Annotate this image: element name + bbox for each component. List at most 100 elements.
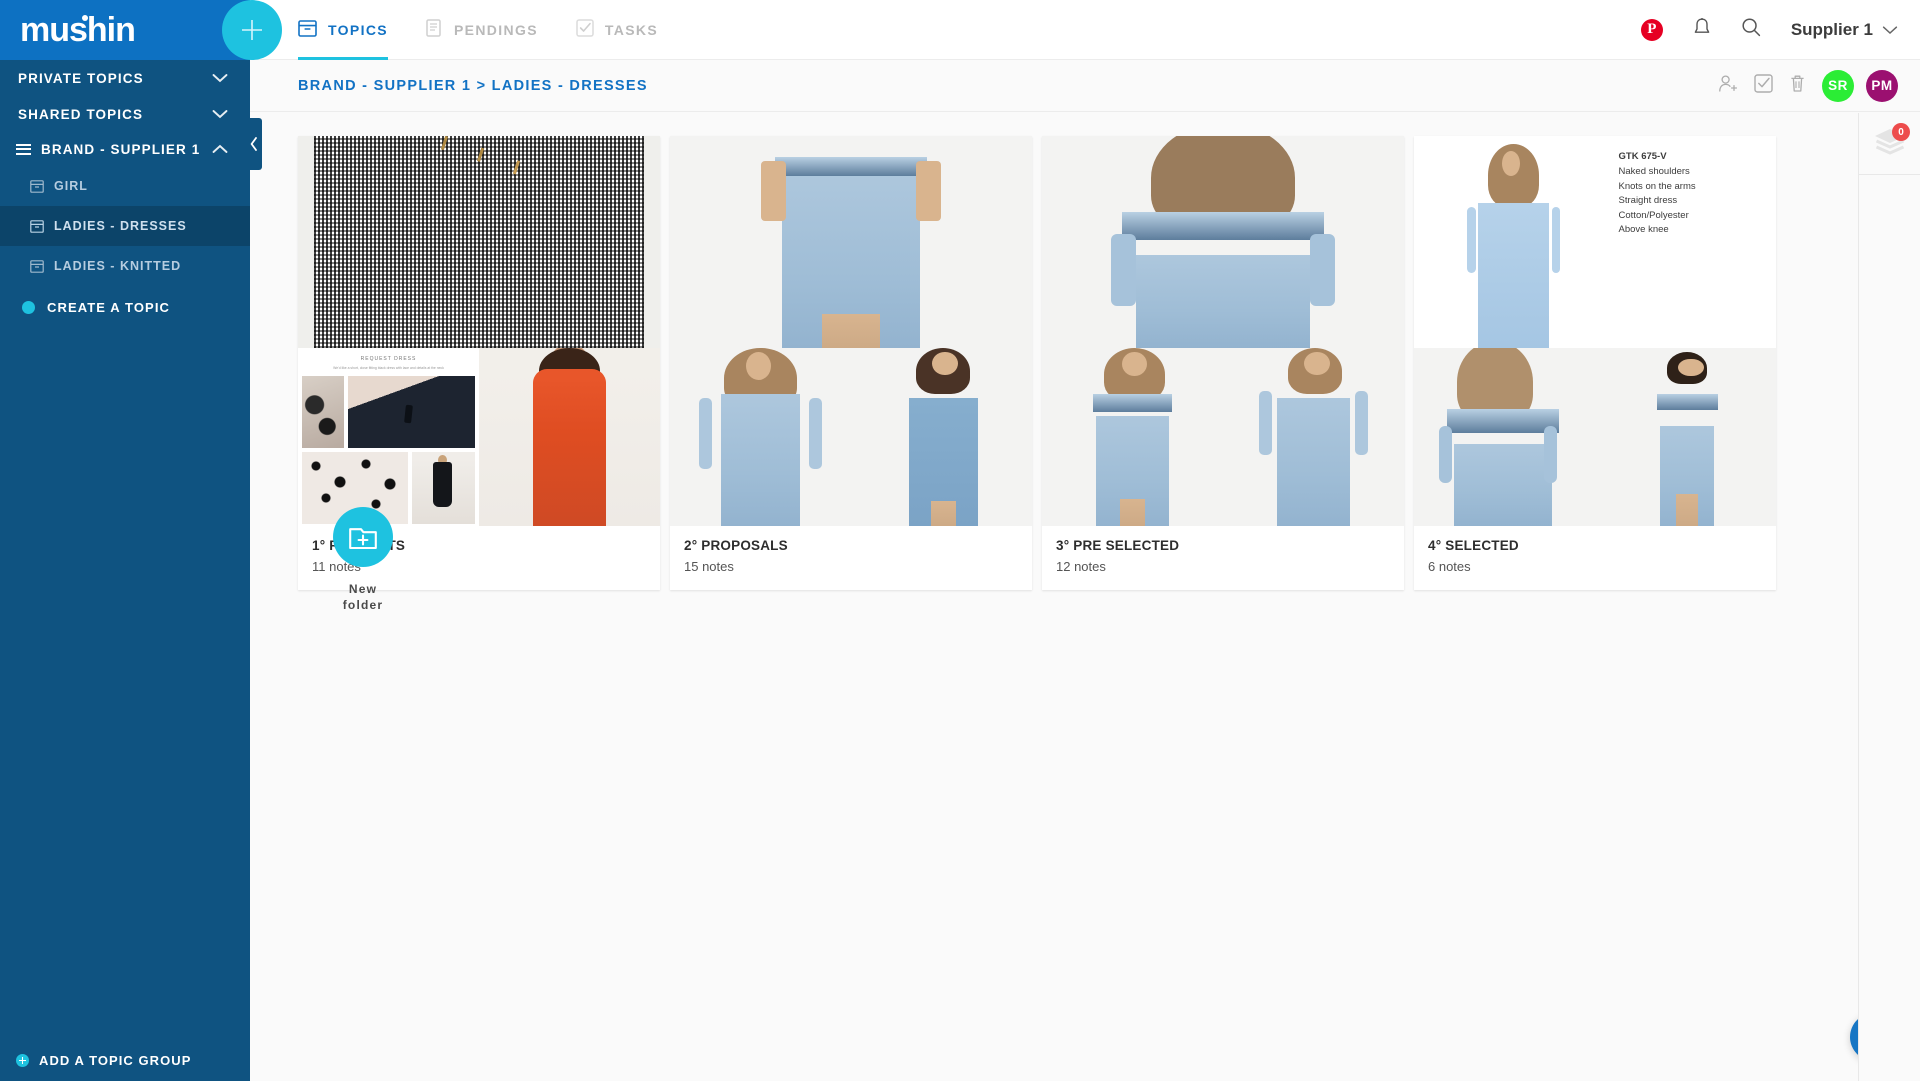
sidebar-section-shared-topics[interactable]: SHARED TOPICS <box>0 96 250 132</box>
folder-card[interactable]: 2° PROPOSALS 15 notes <box>670 136 1032 590</box>
avatar[interactable]: PM <box>1866 69 1898 102</box>
folder-note-count: 6 notes <box>1428 559 1471 574</box>
nav-right-actions: P Supplier 1 <box>1640 17 1898 43</box>
breadcrumb[interactable]: BRAND - SUPPLIER 1 > LADIES - DRESSES <box>298 78 648 94</box>
sidebar-item-ladies-knitted[interactable]: LADIES - KNITTED <box>0 246 250 286</box>
checkbox-icon <box>576 19 594 40</box>
add-member-icon[interactable] <box>1718 74 1738 98</box>
archive-box-icon <box>30 219 44 233</box>
thumbnail-image <box>1595 348 1776 526</box>
chevron-up-icon <box>212 144 228 154</box>
main-area: TOPICS PENDINGS TASKS P Supplier 1 BRAND… <box>250 0 1920 1081</box>
user-menu[interactable]: Supplier 1 <box>1791 20 1898 40</box>
layers-badge: 0 <box>1892 123 1910 141</box>
folder-thumbnails: REQUEST DRESS We'd like a short, close f… <box>298 136 660 526</box>
sidebar-section-label: PRIVATE TOPICS <box>18 70 144 86</box>
sidebar-item-label: GIRL <box>54 179 88 193</box>
avatar-initials: SR <box>1828 78 1848 93</box>
folder-title: 4° SELECTED <box>1428 538 1519 553</box>
thumbnail-image <box>670 136 1032 348</box>
folder-grid: REQUEST DRESS We'd like a short, close f… <box>298 136 1920 590</box>
pinterest-icon[interactable]: P <box>1640 18 1663 41</box>
archive-box-icon <box>30 179 44 193</box>
folder-plus-icon <box>333 507 393 567</box>
create-button[interactable] <box>222 0 282 60</box>
folder-thumbnails: GTK 675-V Naked shoulders Knots on the a… <box>1414 136 1776 526</box>
layers-panel-button[interactable]: 0 <box>1859 113 1920 175</box>
spec-line: Knots on the arms <box>1618 180 1696 192</box>
sidebar-item-label: LADIES - DRESSES <box>54 219 187 233</box>
folder-title: 2° PROPOSALS <box>684 538 788 553</box>
sidebar-group-brand-supplier-1: BRAND - SUPPLIER 1 GIRL LADIES - DRESSES <box>0 132 250 332</box>
sidebar-group-header[interactable]: BRAND - SUPPLIER 1 <box>0 132 250 166</box>
breadcrumb-actions: SR PM <box>1718 69 1898 102</box>
thumbnail-image <box>1042 348 1223 526</box>
chevron-down-icon <box>212 109 228 119</box>
logo-dot <box>82 15 88 21</box>
folder-card[interactable]: 3° PRE SELECTED 12 notes <box>1042 136 1404 590</box>
sidebar-section-label: SHARED TOPICS <box>18 106 144 122</box>
folder-note-count: 15 notes <box>684 559 734 574</box>
folder-thumbnails <box>1042 136 1404 526</box>
chevron-down-icon <box>1882 20 1898 40</box>
teal-dot-icon <box>22 300 35 314</box>
plus-icon <box>242 20 262 40</box>
new-folder-line1: New <box>348 582 378 596</box>
tab-tasks[interactable]: TASKS <box>576 0 658 60</box>
nav-tabs: TOPICS PENDINGS TASKS <box>298 0 658 60</box>
thumbnail-image: REQUEST DRESS We'd like a short, close f… <box>298 348 479 526</box>
folder-meta: 2° PROPOSALS 15 notes <box>670 526 1032 590</box>
chevron-left-icon <box>250 137 257 151</box>
archive-box-icon <box>298 19 317 40</box>
avatar[interactable]: SR <box>1822 69 1854 102</box>
add-topic-group-button[interactable]: ADD A TOPIC GROUP <box>0 1039 250 1081</box>
spec-line: Above knee <box>1618 224 1669 236</box>
sidebar-item-label: LADIES - KNITTED <box>54 259 182 273</box>
trash-icon[interactable] <box>1789 74 1806 98</box>
sidebar-section-private-topics[interactable]: PRIVATE TOPICS <box>0 60 250 96</box>
sidebar-item-ladies-dresses[interactable]: LADIES - DRESSES <box>0 206 250 246</box>
breadcrumb-bar: BRAND - SUPPLIER 1 > LADIES - DRESSES SR… <box>250 60 1920 112</box>
tab-label: PENDINGS <box>453 21 538 38</box>
new-folder-button[interactable]: New folder <box>298 507 428 613</box>
right-rail: 0 <box>1858 113 1920 1081</box>
top-navigation: TOPICS PENDINGS TASKS P Supplier 1 <box>250 0 1920 60</box>
create-topic-button[interactable]: CREATE A TOPIC <box>0 286 250 328</box>
select-all-icon[interactable] <box>1754 73 1773 98</box>
folder-meta: 3° PRE SELECTED 12 notes <box>1042 526 1404 590</box>
new-folder-line2: folder <box>342 598 384 613</box>
spec-code: GTK 675-V <box>1618 151 1667 162</box>
thumbnail-image <box>670 348 851 526</box>
add-topic-group-label: ADD A TOPIC GROUP <box>39 1052 192 1068</box>
spec-line: Straight dress <box>1618 195 1678 207</box>
list-icon <box>426 19 443 40</box>
spec-line: Naked shoulders <box>1618 166 1690 178</box>
bell-icon[interactable] <box>1693 17 1711 43</box>
app-logo-text: mushin <box>20 11 136 49</box>
thumbnail-image <box>851 348 1032 526</box>
brand-bar: mushin <box>0 0 250 60</box>
create-topic-label: CREATE A TOPIC <box>47 299 171 315</box>
sidebar-collapse-button[interactable] <box>246 118 262 170</box>
folder-note-count: 12 notes <box>1056 559 1106 574</box>
tab-pendings[interactable]: PENDINGS <box>426 0 538 60</box>
plus-circle-icon <box>16 1053 29 1067</box>
folder-card[interactable]: GTK 675-V Naked shoulders Knots on the a… <box>1414 136 1776 590</box>
tab-topics[interactable]: TOPICS <box>298 0 388 60</box>
thumbnail-image <box>479 348 660 526</box>
moodboard-title: REQUEST DRESS <box>360 356 417 362</box>
hamburger-icon <box>16 143 31 155</box>
sidebar-item-girl[interactable]: GIRL <box>0 166 250 206</box>
app-root: mushin PRIVATE TOPICS SHARED TOPICS BRAN… <box>0 0 1920 1081</box>
search-icon[interactable] <box>1741 17 1761 42</box>
moodboard-subtitle: We'd like a short, close fitting black d… <box>333 366 444 370</box>
archive-box-icon <box>30 259 44 273</box>
spec-sheet-text: GTK 675-V Naked shoulders Knots on the a… <box>1619 150 1696 238</box>
sidebar-group-label: BRAND - SUPPLIER 1 <box>41 141 201 157</box>
thumbnail-image <box>1042 136 1404 348</box>
folder-meta: 4° SELECTED 6 notes <box>1414 526 1776 590</box>
thumbnail-image <box>1414 348 1595 526</box>
folder-title: 3° PRE SELECTED <box>1056 538 1180 553</box>
tab-label: TASKS <box>604 21 659 38</box>
app-logo[interactable]: mushin <box>20 11 136 49</box>
